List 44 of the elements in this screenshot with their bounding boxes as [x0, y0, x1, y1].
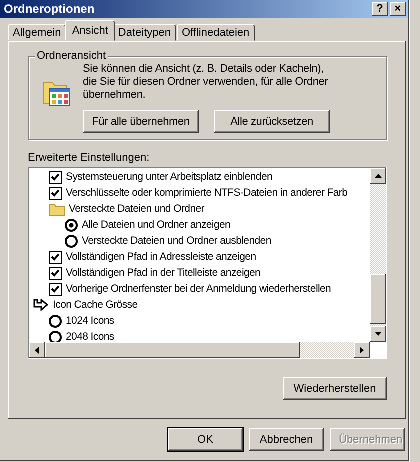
scroll-left-icon[interactable] [29, 342, 45, 358]
close-button[interactable]: × [390, 2, 406, 16]
vertical-scrollbar[interactable] [370, 168, 386, 342]
setting-label: Versteckte Dateien und Ordner ausblenden [82, 235, 272, 247]
scroll-thumb[interactable] [45, 342, 300, 358]
restore-button[interactable]: Wiederherstellen [283, 377, 387, 400]
tab[interactable]: Offlinedateien [176, 24, 255, 41]
setting-label: 2048 Icons [66, 331, 114, 342]
setting-label: 1024 Icons [66, 315, 114, 327]
setting-label: Systemsteuerung unter Arbeitsplatz einblenden [66, 171, 273, 183]
help-button[interactable]: ? [372, 2, 388, 16]
setting-label: Vollständigen Pfad in der Titelleiste anzeigen [66, 267, 261, 279]
window-title: Ordneroptionen [4, 2, 95, 16]
radio-button[interactable] [65, 234, 78, 248]
setting-label: Vollständigen Pfad in Adressleiste anzeigen [66, 251, 256, 263]
apply-button[interactable]: Alle zurücksetzen [214, 110, 330, 133]
radio-button[interactable] [49, 330, 62, 342]
setting-label: Alle Dateien und Ordner anzeigen [82, 219, 231, 231]
setting-label: Vorherige Ordnerfenster bei der Anmeldung wiederherstellen [66, 283, 332, 295]
dialog-button[interactable]: Abbrechen [249, 428, 324, 451]
checkbox[interactable] [49, 250, 62, 264]
tab[interactable]: Allgemein [8, 24, 66, 41]
tab[interactable]: Dateitypen [113, 24, 176, 41]
scroll-thumb[interactable] [370, 274, 386, 324]
checkbox[interactable] [49, 282, 62, 296]
scroll-right-icon[interactable] [354, 342, 370, 358]
description-text: Sie können die Ansicht (z. B. Details oder Kacheln), die Sie für diesen Ordner verwenden, für alle Ordner übernehmen. [83, 63, 330, 102]
tab[interactable]: Ansicht [65, 20, 116, 41]
apply-button[interactable]: Für alle übernehmen [83, 110, 199, 133]
setting-label: Verschlüsselte oder komprimierte NTFS-Dateien in anderer Farb [66, 187, 348, 199]
checkbox[interactable] [49, 266, 62, 280]
scroll-down-icon[interactable] [370, 326, 386, 342]
radio-button[interactable] [49, 314, 62, 328]
scroll-up-icon[interactable] [370, 168, 386, 184]
radio-button[interactable] [65, 218, 78, 232]
checkbox[interactable] [49, 186, 62, 200]
setting-label: Versteckte Dateien und Ordner [69, 203, 204, 215]
checkbox[interactable] [49, 170, 62, 184]
setting-label: Icon Cache Grösse [53, 299, 138, 311]
section-label: Erweiterte Einstellungen: [28, 152, 151, 166]
arrow-icon [33, 298, 49, 312]
dialog-button[interactable]: OK [168, 428, 243, 451]
folder-icon [49, 202, 65, 216]
group-title: Ordneransicht [35, 50, 108, 62]
